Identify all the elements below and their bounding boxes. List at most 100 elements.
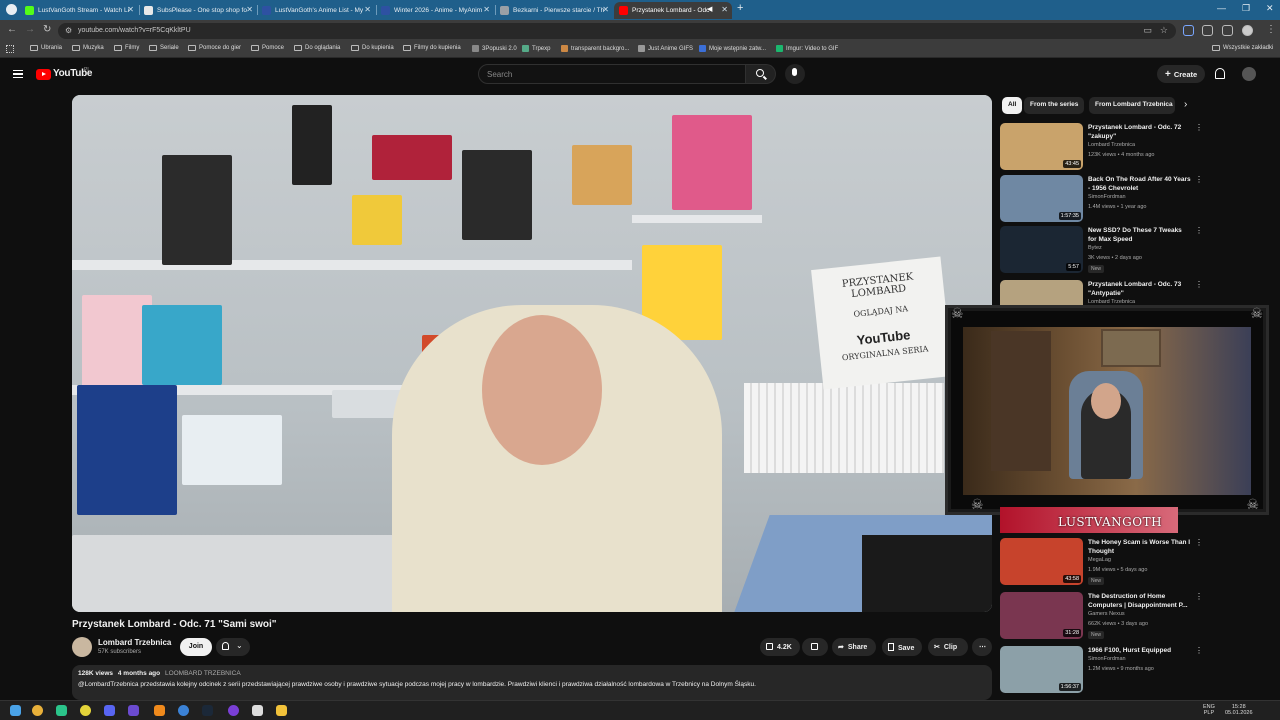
app-taskbar-icon[interactable] bbox=[80, 705, 91, 716]
chip-from-lombard-trzebnica[interactable]: From Lombard Trzebnica bbox=[1089, 97, 1175, 114]
video-thumbnail[interactable]: 5:57 bbox=[1000, 226, 1083, 273]
discord-taskbar-icon[interactable] bbox=[104, 705, 115, 716]
bookmark-folder[interactable]: Ubrania bbox=[30, 45, 62, 51]
all-bookmarks[interactable]: Wszystkie zakładki bbox=[1212, 45, 1273, 51]
app-taskbar-icon[interactable] bbox=[128, 705, 139, 716]
vlc-taskbar-icon[interactable] bbox=[154, 705, 165, 716]
bookmark-folder[interactable]: Pomoce do gier bbox=[188, 45, 241, 51]
cast-icon[interactable]: ▭ bbox=[1143, 25, 1152, 36]
bookmark-link[interactable]: Imgur: Video to GIF bbox=[776, 45, 838, 52]
more-options-icon[interactable]: ⋮ bbox=[1195, 123, 1203, 132]
bookmark-link[interactable]: transparent backgro... bbox=[561, 45, 629, 52]
dislike-button[interactable] bbox=[802, 638, 828, 656]
site-info-icon[interactable]: ⚙ bbox=[65, 26, 72, 35]
speaker-icon[interactable]: ◀ bbox=[707, 5, 712, 13]
hashtag[interactable]: LOOMBARD TRZEBNICA bbox=[165, 670, 241, 677]
bookmark-folder[interactable]: Muzyka bbox=[72, 45, 104, 51]
bookmark-folder[interactable]: Seriale bbox=[149, 45, 179, 51]
description-box[interactable]: 128K views 4 months ago LOOMBARD TRZEBNI… bbox=[72, 665, 992, 700]
obs-taskbar-icon[interactable] bbox=[228, 705, 239, 716]
back-arrow-icon[interactable]: ← bbox=[7, 24, 17, 35]
tab-search-button[interactable] bbox=[6, 4, 17, 15]
windows-start-icon[interactable] bbox=[10, 705, 21, 716]
bookmark-folder[interactable]: Filmy do kupienia bbox=[403, 45, 461, 51]
profile-avatar-icon[interactable] bbox=[1242, 25, 1253, 36]
search-input[interactable]: Search bbox=[478, 64, 746, 84]
video-thumbnail[interactable]: 1:56:37 bbox=[1000, 646, 1083, 693]
youtube-logo-icon[interactable] bbox=[36, 69, 51, 80]
video-thumbnail[interactable]: 43:45 bbox=[1000, 123, 1083, 170]
recommendation-channel[interactable]: Bytez bbox=[1088, 245, 1102, 251]
channel-name[interactable]: Lombard Trzebnica bbox=[98, 638, 171, 647]
bookmark-folder[interactable]: Do kupienia bbox=[351, 45, 394, 51]
video-thumbnail[interactable]: 43:58 bbox=[1000, 538, 1083, 585]
menu-hamburger-icon[interactable] bbox=[13, 70, 23, 78]
new-tab-button[interactable]: + bbox=[737, 2, 743, 14]
more-options-icon[interactable]: ⋮ bbox=[1195, 280, 1203, 289]
browser-tab[interactable]: Bezkarni - Pierwsze starcie / Th ✕ bbox=[495, 2, 613, 19]
maximize-icon[interactable]: ❐ bbox=[1242, 3, 1250, 14]
recommendation-item[interactable]: 1:56:37 1966 F100, Hurst Equipped SimonFor… bbox=[1000, 646, 1210, 694]
extensions-puzzle-icon[interactable] bbox=[1202, 25, 1213, 36]
recommendation-item[interactable]: 43:45 Przystanek Lombard - Odc. 72 "zakup… bbox=[1000, 123, 1210, 171]
tab-close-icon[interactable]: ✕ bbox=[364, 5, 371, 14]
forward-arrow-icon[interactable]: → bbox=[25, 24, 35, 35]
voice-search-button[interactable] bbox=[785, 64, 805, 84]
recommendation-channel[interactable]: MegaLag bbox=[1088, 557, 1111, 563]
recommendation-channel[interactable]: SimonFordman bbox=[1088, 194, 1126, 200]
chip-all[interactable]: All bbox=[1002, 97, 1023, 114]
file-explorer-taskbar-icon[interactable] bbox=[276, 705, 287, 716]
share-button[interactable]: ➦ Share bbox=[832, 638, 876, 656]
extension-icon[interactable] bbox=[1183, 25, 1194, 36]
recommendation-item[interactable]: 1:57:35 Back On The Road After 40 Years -… bbox=[1000, 175, 1210, 223]
more-options-icon[interactable]: ⋮ bbox=[1195, 538, 1203, 547]
browser-tab[interactable]: Winter 2026 - Anime - MyAnim ✕ bbox=[376, 2, 494, 19]
channel-avatar[interactable] bbox=[72, 637, 92, 657]
recommendation-title[interactable]: Back On The Road After 40 Years - 1956 C… bbox=[1088, 175, 1192, 193]
save-button[interactable]: Save bbox=[882, 638, 922, 656]
recommendation-channel[interactable]: Gamers Nexus bbox=[1088, 611, 1125, 617]
minimize-icon[interactable]: — bbox=[1217, 3, 1226, 13]
recommendation-item[interactable]: 31:28 The Destruction of Home Computers |… bbox=[1000, 592, 1210, 640]
chip-from-the-series[interactable]: From the series bbox=[1024, 97, 1085, 114]
address-bar[interactable]: ⚙ youtube.com/watch?v=rF5CqKkltPU ☆ ▭ bbox=[58, 23, 1176, 39]
notifications-bell-icon[interactable] bbox=[1215, 68, 1225, 79]
clip-button[interactable]: ✂ Clip bbox=[928, 638, 968, 656]
steam-taskbar-icon[interactable] bbox=[202, 705, 213, 716]
like-button[interactable]: 4.2K bbox=[760, 638, 800, 656]
apps-grid-icon[interactable] bbox=[6, 45, 14, 53]
language-indicator[interactable]: ENG PLP bbox=[1203, 704, 1215, 716]
browser-taskbar-icon[interactable] bbox=[178, 705, 189, 716]
recommendation-channel[interactable]: SimonFordman bbox=[1088, 656, 1126, 662]
create-button[interactable]: + Create bbox=[1157, 65, 1205, 83]
bookmark-folder[interactable]: Filmy bbox=[114, 45, 139, 51]
recommendation-title[interactable]: New SSD? Do These 7 Tweaks for Max Speed bbox=[1088, 226, 1192, 244]
browser-tab[interactable]: LustVanGoth Stream - Watch Li ✕ bbox=[20, 2, 138, 19]
browser-tab[interactable]: SubsPlease - One stop shop fo ✕ bbox=[139, 2, 257, 19]
video-player[interactable]: PRZYSTANEK LOMBARD OGLĄDAJ NA YouTube OR… bbox=[72, 95, 992, 612]
more-options-icon[interactable]: ⋮ bbox=[1195, 592, 1203, 601]
bookmark-link[interactable]: 3Popuski 2.0 bbox=[472, 45, 517, 52]
subscribed-notifications-button[interactable]: ⌄ bbox=[216, 638, 250, 656]
browser-tab-active[interactable]: Przystanek Lombard - Odc ◀ ✕ bbox=[614, 2, 732, 19]
recommendation-channel[interactable]: Lombard Trzebnica bbox=[1088, 142, 1135, 148]
browser-tab[interactable]: LustVanGoth's Anime List - My ✕ bbox=[257, 2, 375, 19]
bookmark-link[interactable]: Trpexp bbox=[522, 45, 550, 52]
tab-close-icon[interactable]: ✕ bbox=[602, 5, 609, 14]
recommendation-title[interactable]: 1966 F100, Hurst Equipped bbox=[1088, 646, 1192, 655]
recommendation-channel[interactable]: Lombard Trzebnica bbox=[1088, 299, 1135, 305]
account-avatar[interactable] bbox=[1242, 67, 1256, 81]
recommendation-item[interactable]: 5:57 New SSD? Do These 7 Tweaks for Max S… bbox=[1000, 226, 1210, 274]
recommendation-title[interactable]: The Honey Scam is Worse Than I Thought bbox=[1088, 538, 1192, 556]
more-options-icon[interactable]: ⋮ bbox=[1195, 175, 1203, 184]
chrome-taskbar-icon[interactable] bbox=[32, 705, 43, 716]
clock[interactable]: 15:28 05.01.2026 bbox=[1225, 704, 1253, 716]
bookmark-link[interactable]: Just Anime GIFS bbox=[638, 45, 693, 52]
recommendation-item[interactable]: 43:58 The Honey Scam is Worse Than I Thou… bbox=[1000, 538, 1210, 586]
join-button[interactable]: Join bbox=[180, 638, 212, 656]
reload-icon[interactable]: ↻ bbox=[43, 24, 51, 35]
tab-close-icon[interactable]: ✕ bbox=[721, 5, 728, 14]
tab-close-icon[interactable]: ✕ bbox=[246, 5, 253, 14]
app-taskbar-icon[interactable] bbox=[252, 705, 263, 716]
tab-close-icon[interactable]: ✕ bbox=[483, 5, 490, 14]
